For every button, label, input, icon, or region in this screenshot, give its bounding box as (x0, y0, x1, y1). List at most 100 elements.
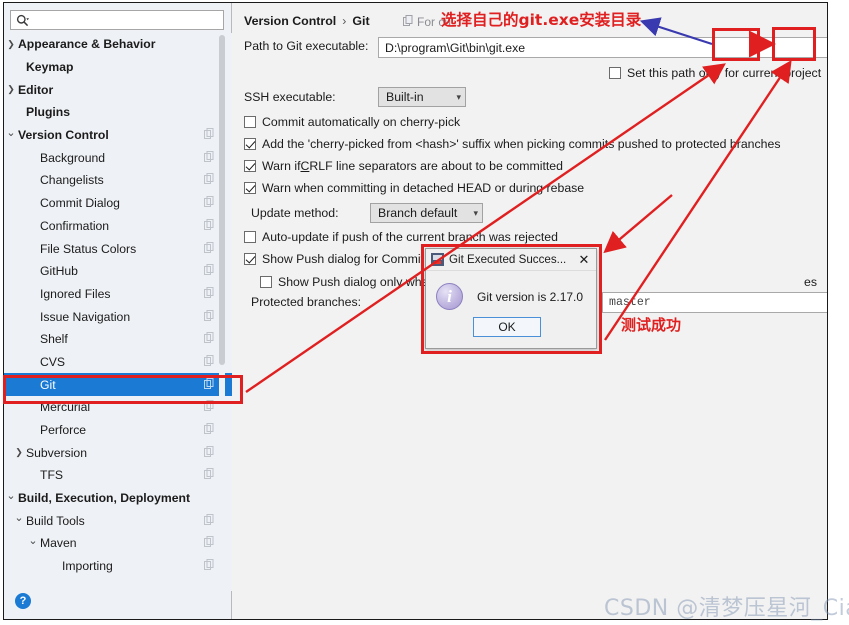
auto-update-row[interactable]: Auto-update if push of the current branc… (244, 230, 558, 244)
show-push-dialog-row[interactable]: Show Push dialog for Commit a (244, 252, 434, 266)
copy-icon (204, 173, 214, 187)
sidebar-item-plugins[interactable]: Plugins (4, 101, 232, 124)
show-push-only-label: Show Push dialog only when (278, 275, 436, 289)
close-icon[interactable]: ✕ (576, 253, 592, 266)
protected-branches-input[interactable] (602, 292, 827, 313)
crlf-warn-label-pre: Warn if (262, 159, 301, 173)
annotation-note-test-success: 测试成功 (621, 316, 682, 334)
sidebar-item-label: GitHub (40, 264, 78, 279)
auto-update-checkbox[interactable] (244, 231, 256, 243)
sidebar-item-ignored-files[interactable]: Ignored Files (4, 283, 232, 306)
search-icon (16, 14, 29, 27)
crlf-warn-checkbox[interactable] (244, 160, 256, 172)
settings-tree[interactable]: ❯ Appearance & Behavior Keymap ❯ Editor Plugi… (4, 33, 232, 591)
sidebar-item-label: TFS (40, 468, 64, 483)
crlf-warn-row[interactable]: Warn if C RLF line separators are about t… (244, 159, 563, 173)
watermark: CSDN @清梦压星河_Ciao (604, 596, 849, 621)
sidebar-item-label: Changelists (40, 173, 104, 188)
copy-icon (204, 150, 214, 165)
add-suffix-row[interactable]: Add the 'cherry-picked from <hash>' suff… (244, 137, 780, 151)
show-push-dialog-checkbox[interactable] (244, 253, 256, 265)
sidebar-item-label: Appearance & Behavior (18, 37, 156, 52)
sidebar-item-git[interactable]: Git (4, 373, 232, 396)
chevron-down-icon[interactable]: ⌄ (26, 535, 40, 547)
sidebar-item-github[interactable]: GitHub (4, 260, 232, 283)
tree-scrollbar-thumb[interactable] (219, 35, 225, 365)
chevron-down-icon: ▾ (456, 91, 461, 102)
git-app-icon (431, 253, 444, 266)
add-suffix-checkbox[interactable] (244, 138, 256, 150)
dialog-ok-button[interactable]: OK (473, 317, 541, 337)
copy-icon (204, 513, 214, 528)
git-path-input[interactable] (378, 37, 827, 58)
sidebar-item-keymap[interactable]: Keymap (4, 56, 232, 79)
sidebar-item-background[interactable]: Background (4, 146, 232, 169)
sidebar-item-label: Editor (18, 82, 54, 97)
sidebar-item-perforce[interactable]: Perforce (4, 419, 232, 442)
help-button[interactable]: ? (15, 593, 31, 609)
detached-head-row[interactable]: Warn when committing in detached HEAD or… (244, 181, 584, 195)
cherry-pick-row[interactable]: Commit automatically on cherry-pick (244, 115, 460, 129)
ssh-executable-select[interactable]: Built-in ▾ (378, 87, 466, 107)
set-path-only-row[interactable]: Set this path only for current project (609, 66, 821, 80)
chevron-down-icon[interactable]: ⌄ (4, 127, 18, 139)
sidebar-item-maven[interactable]: ⌄ Maven (4, 532, 232, 555)
sidebar-item-shelf[interactable]: Shelf (4, 328, 232, 351)
copy-icon (403, 15, 413, 29)
sidebar-item-label: File Status Colors (40, 241, 137, 256)
copy-icon (204, 423, 214, 437)
sidebar-item-label: Plugins (26, 105, 71, 120)
sidebar-item-tfs[interactable]: TFS (4, 464, 232, 487)
path-label: Path to Git executable: (244, 39, 369, 53)
sidebar-item-commit-dialog[interactable]: Commit Dialog (4, 192, 232, 215)
chevron-down-icon[interactable]: ⌄ (12, 513, 26, 524)
sidebar-item-build-execution-deployment[interactable]: ⌄ Build, Execution, Deployment (4, 487, 232, 510)
copy-icon (204, 128, 214, 142)
set-path-only-checkbox[interactable] (609, 67, 621, 79)
search-box[interactable] (10, 10, 224, 30)
sidebar-item-label: Build Tools (26, 513, 85, 528)
sidebar-item-subversion[interactable]: ❯ Subversion (4, 441, 232, 464)
sidebar-item-version-control[interactable]: ⌄ Version Control (4, 124, 232, 147)
sidebar-item-confirmation[interactable]: Confirmation (4, 215, 232, 238)
ssh-label-row: SSH executable: (244, 90, 336, 104)
sidebar-item-label: Background (40, 150, 106, 165)
chevron-right-icon[interactable]: ❯ (4, 39, 18, 49)
chevron-right-icon[interactable]: ❯ (4, 85, 18, 94)
copy-icon (204, 400, 214, 414)
sidebar-item-appearance-behavior[interactable]: ❯ Appearance & Behavior (4, 33, 232, 56)
sidebar-item-label: Keymap (26, 60, 74, 75)
show-push-only-checkbox[interactable] (260, 276, 272, 288)
sidebar-item-issue-navigation[interactable]: Issue Navigation (4, 305, 232, 328)
crlf-warn-mnemonic: C (300, 159, 310, 173)
sidebar-item-label: Version Control (18, 128, 109, 143)
breadcrumb-separator: › (342, 14, 347, 28)
chevron-down-icon[interactable]: ⌄ (4, 490, 18, 502)
detached-head-label: Warn when committing in detached HEAD or… (262, 181, 585, 195)
copy-icon (204, 445, 214, 460)
update-method-label-row: Update method: (251, 206, 339, 220)
copy-icon (204, 196, 214, 210)
show-push-only-row[interactable]: Show Push dialog only when (260, 275, 435, 289)
sidebar-item-label: Git (40, 377, 56, 392)
sidebar-item-changelists[interactable]: Changelists (4, 169, 232, 192)
sidebar-item-build-tools[interactable]: ⌄ Build Tools (4, 509, 232, 532)
sidebar-item-file-status-colors[interactable]: File Status Colors (4, 237, 232, 260)
sidebar-item-mercurial[interactable]: Mercurial (4, 396, 232, 419)
dialog-body: i Git version is 2.17.0 (426, 271, 596, 310)
copy-icon (204, 468, 214, 482)
sidebar-item-label: CVS (40, 354, 66, 369)
search-input[interactable] (29, 12, 209, 28)
info-icon: i (436, 283, 463, 310)
breadcrumb: Version Control › Git (244, 14, 370, 28)
sidebar-item-editor[interactable]: ❯ Editor (4, 78, 232, 101)
settings-window: ❯ Appearance & Behavior Keymap ❯ Editor Plugi… (3, 2, 828, 620)
path-label-row: Path to Git executable: (244, 39, 368, 53)
detached-head-checkbox[interactable] (244, 182, 256, 194)
sidebar-item-label: Maven (40, 536, 77, 551)
chevron-right-icon[interactable]: ❯ (12, 448, 26, 457)
sidebar-item-importing[interactable]: Importing (4, 555, 232, 578)
update-method-select[interactable]: Branch default ▾ (370, 203, 483, 223)
cherry-pick-checkbox[interactable] (244, 116, 256, 128)
sidebar-item-cvs[interactable]: CVS (4, 351, 232, 374)
